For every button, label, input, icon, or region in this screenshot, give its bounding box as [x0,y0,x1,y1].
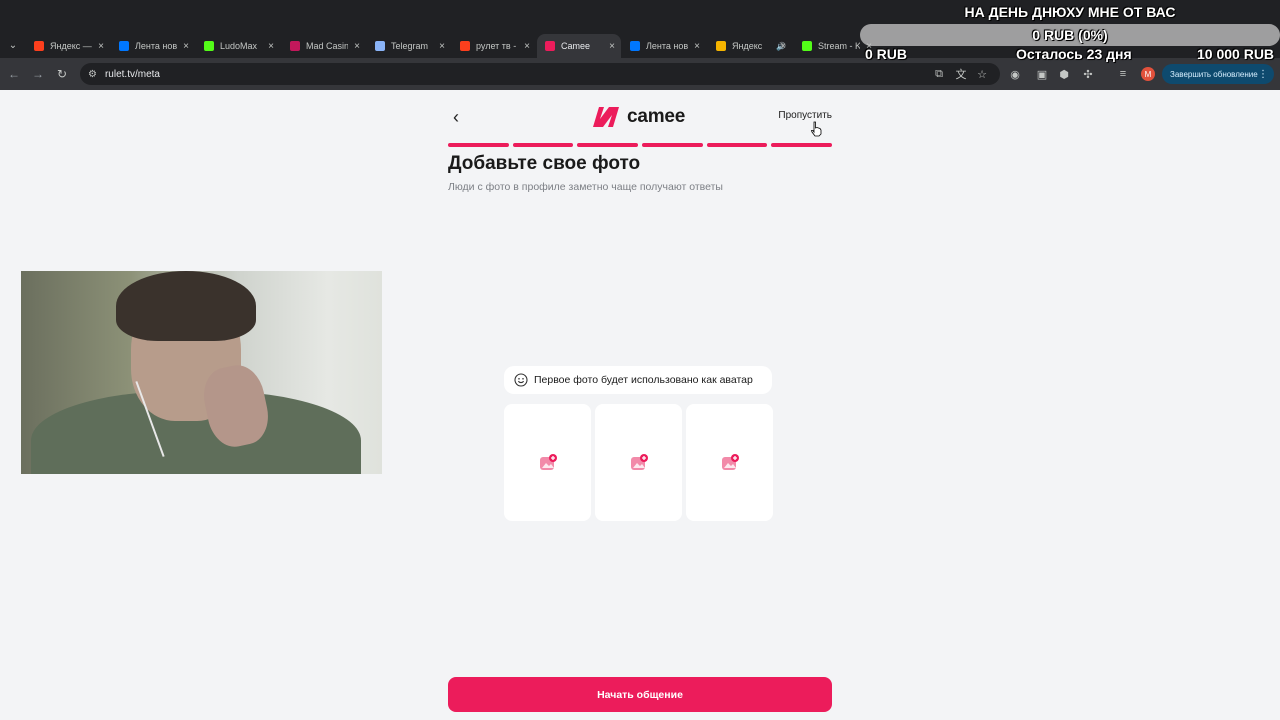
tab-label: Stream - K [818,41,860,51]
donation-days-left: Осталось 23 дня [1016,46,1132,62]
tab-close-icon[interactable]: × [780,41,786,52]
site-info-icon[interactable]: ⚙ [88,69,97,80]
tab-close-icon[interactable]: × [439,41,445,52]
bookmark-star-icon[interactable]: ☆ [975,67,989,81]
finish-update-button[interactable]: Завершить обновление ⋮ [1162,64,1274,84]
camee-logo-text: camee [627,106,686,127]
donation-goal-title: НА ДЕНЬ ДНЮХУ МНЕ ОТ ВАС [964,4,1176,20]
tab-label: Яндекс — [50,41,92,51]
tab-favicon-icon [460,41,470,51]
back-arrow-icon[interactable]: ← [6,66,22,82]
more-menu-icon[interactable]: ⋮ [1258,69,1268,80]
tab-close-icon[interactable]: × [609,41,615,52]
tab-label: рулет тв - [476,41,517,51]
page-subtitle: Люди с фото в профиле заметно чаще получ… [448,181,723,193]
photo-slot-1[interactable] [504,404,591,521]
tab-favicon-icon [204,41,214,51]
tab-favicon-icon [630,41,640,51]
tab-close-icon[interactable]: × [694,41,700,52]
translate-icon[interactable]: 文 [954,67,968,81]
tab-label: Яндекс [732,41,763,51]
tab-close-icon[interactable]: × [183,41,189,52]
tab-close-icon[interactable]: × [524,41,530,52]
extension-ext-icon[interactable]: ▣ [1035,67,1049,81]
tab-label: Лента нов [646,41,688,51]
tab-favicon-icon [545,41,555,51]
add-photo-icon [630,453,648,470]
hand-cursor-icon [810,121,822,137]
progress-step [706,143,768,147]
back-chevron-icon[interactable]: ‹ [448,107,464,127]
avatar-hint-text: Первое фото будет использовано как авата… [534,374,753,386]
tab-favicon-icon [119,41,129,51]
browser-tab[interactable]: Лента нов × [111,34,195,58]
tab-favicon-icon [375,41,385,51]
progress-step [771,143,833,147]
install-app-icon[interactable]: ⧉ [932,67,946,81]
browser-tab[interactable]: Telegram × [367,34,451,58]
donation-start-amount: 0 RUB [865,46,908,62]
skip-button[interactable]: Пропустить [770,110,832,121]
browser-tab[interactable]: LudoMax × [196,34,280,58]
smiley-icon [514,373,528,387]
reload-icon[interactable]: ↻ [54,66,70,82]
tab-label: Mad Casin [306,41,348,51]
url-text: rulet.tv/meta [104,68,160,80]
start-chat-button[interactable]: Начать общение [448,677,832,712]
tab-favicon-icon [290,41,300,51]
address-bar[interactable]: ⚙ rulet.tv/meta [80,63,1000,85]
progress-step [642,143,703,147]
tab-label: Camee [561,41,591,51]
browser-toolbar: ← → ↻ ⚙ rulet.tv/meta ⧉ 文 ☆ ◉ ▣ ⬢ ✣ ≡ M … [0,58,1280,90]
webcam-person-hair [116,271,256,341]
progress-step [512,143,574,147]
onboarding-progress [448,143,833,147]
forward-arrow-icon[interactable]: → [30,66,46,82]
tab-favicon-icon [34,41,44,51]
tab-label: LudoMax [220,41,258,51]
webcam-video [21,271,382,474]
tab-close-icon[interactable]: × [268,41,274,52]
tab-close-icon[interactable]: × [354,41,360,52]
add-photo-icon [721,453,739,470]
donation-goal-amount: 10 000 RUB [1197,46,1275,62]
tab-favicon-icon [802,41,812,51]
photo-slot-3[interactable] [686,404,773,521]
camee-logo-mark-icon [593,107,619,127]
finish-update-label: Завершить обновление [1170,69,1258,79]
progress-step [448,143,509,147]
add-photo-icon [539,453,557,470]
extension-shield-icon[interactable]: ⬢ [1057,67,1071,81]
browser-tab[interactable]: Лента нов × [622,34,706,58]
camee-logo: camee [591,104,685,130]
tab-label: Лента нов [135,41,177,51]
extension-globe-icon[interactable]: ◉ [1008,67,1022,81]
photo-slot-2[interactable] [595,404,682,521]
reading-list-icon[interactable]: ≡ [1116,67,1130,81]
browser-tab[interactable]: рулет тв - × [452,34,536,58]
donation-progress-text: 0 RUB (0%) [1032,27,1108,43]
donation-progress-bar: 0 RUB (0%) [860,24,1280,46]
extensions-puzzle-icon[interactable]: ✣ [1081,67,1095,81]
tab-label: Telegram [391,41,429,51]
progress-step [577,143,639,147]
browser-tab[interactable]: Mad Casin × [282,34,366,58]
tab-close-icon[interactable]: × [98,41,104,52]
tab-favicon-icon [716,41,726,51]
avatar-hint: Первое фото будет использовано как авата… [504,366,772,394]
browser-tab[interactable]: Camee × [537,34,621,58]
tab-search-menu[interactable]: ⌄ [4,36,22,54]
page-title: Добавьте свое фото [448,153,641,174]
browser-tab[interactable]: Яндекс 🔊 × [708,34,792,58]
browser-tab[interactable]: Яндекс — × [26,34,110,58]
profile-avatar[interactable]: M [1141,67,1155,81]
